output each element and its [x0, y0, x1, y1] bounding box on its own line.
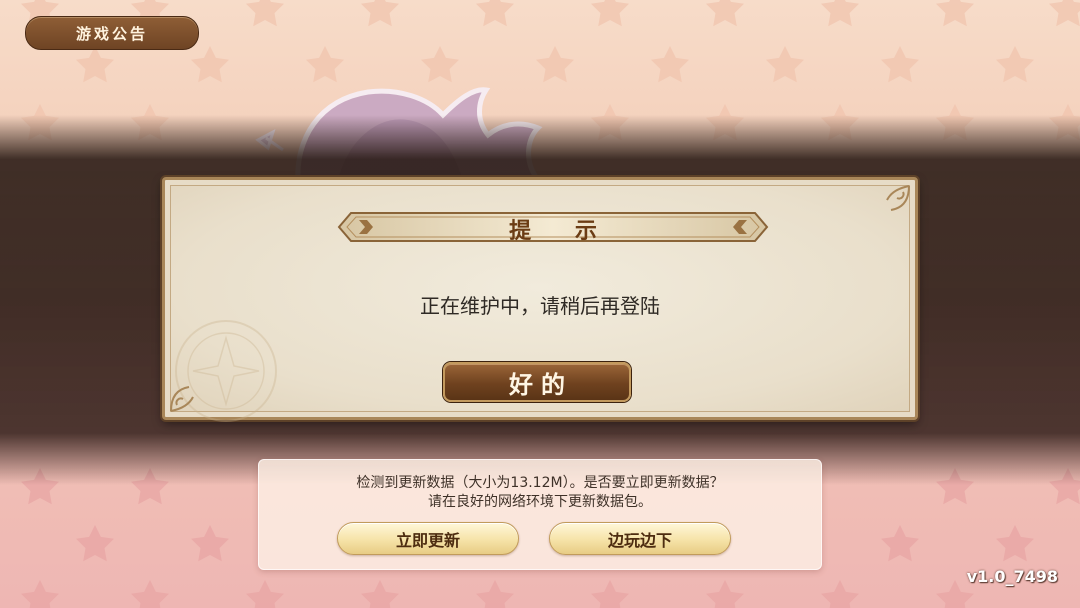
- update-now-label: 立即更新: [395, 530, 460, 550]
- dialog-title-banner: 提 示: [337, 210, 769, 244]
- corner-ornament-icon: [170, 386, 194, 412]
- dialog-title: 提 示: [509, 218, 615, 244]
- update-now-button[interactable]: 立即更新: [337, 522, 519, 555]
- update-prompt-panel: 检测到更新数据（大小为13.12M）。是否要立即更新数据？ 请在良好的网络环境下…: [258, 459, 822, 570]
- ok-button-label: 好的: [509, 369, 573, 399]
- game-notice-label: 游戏公告: [75, 24, 148, 43]
- game-notice-button[interactable]: 游戏公告: [25, 16, 199, 50]
- update-network-hint: 请在良好的网络环境下更新数据包。: [428, 494, 652, 510]
- update-info-text: 检测到更新数据（大小为13.12M）。是否要立即更新数据？: [356, 475, 724, 491]
- version-label: v1.0_7498: [966, 567, 1058, 586]
- dialog-message: 正在维护中，请稍后再登陆: [420, 294, 660, 318]
- ok-button[interactable]: 好的: [443, 362, 631, 402]
- play-while-downloading-label: 边玩边下: [607, 530, 672, 550]
- corner-ornament-icon: [886, 185, 910, 211]
- play-while-downloading-button[interactable]: 边玩边下: [549, 522, 731, 555]
- alert-dialog-body: 提 示 正在维护中，请稍后再登陆 好的: [170, 185, 910, 422]
- alert-dialog: 提 示 正在维护中，请稍后再登陆 好的: [162, 177, 918, 422]
- game-screen: 游戏公告 提 示 正在维护中，请稍后再登陆 好的 检测到更新数据（大小为13.1…: [0, 0, 1080, 608]
